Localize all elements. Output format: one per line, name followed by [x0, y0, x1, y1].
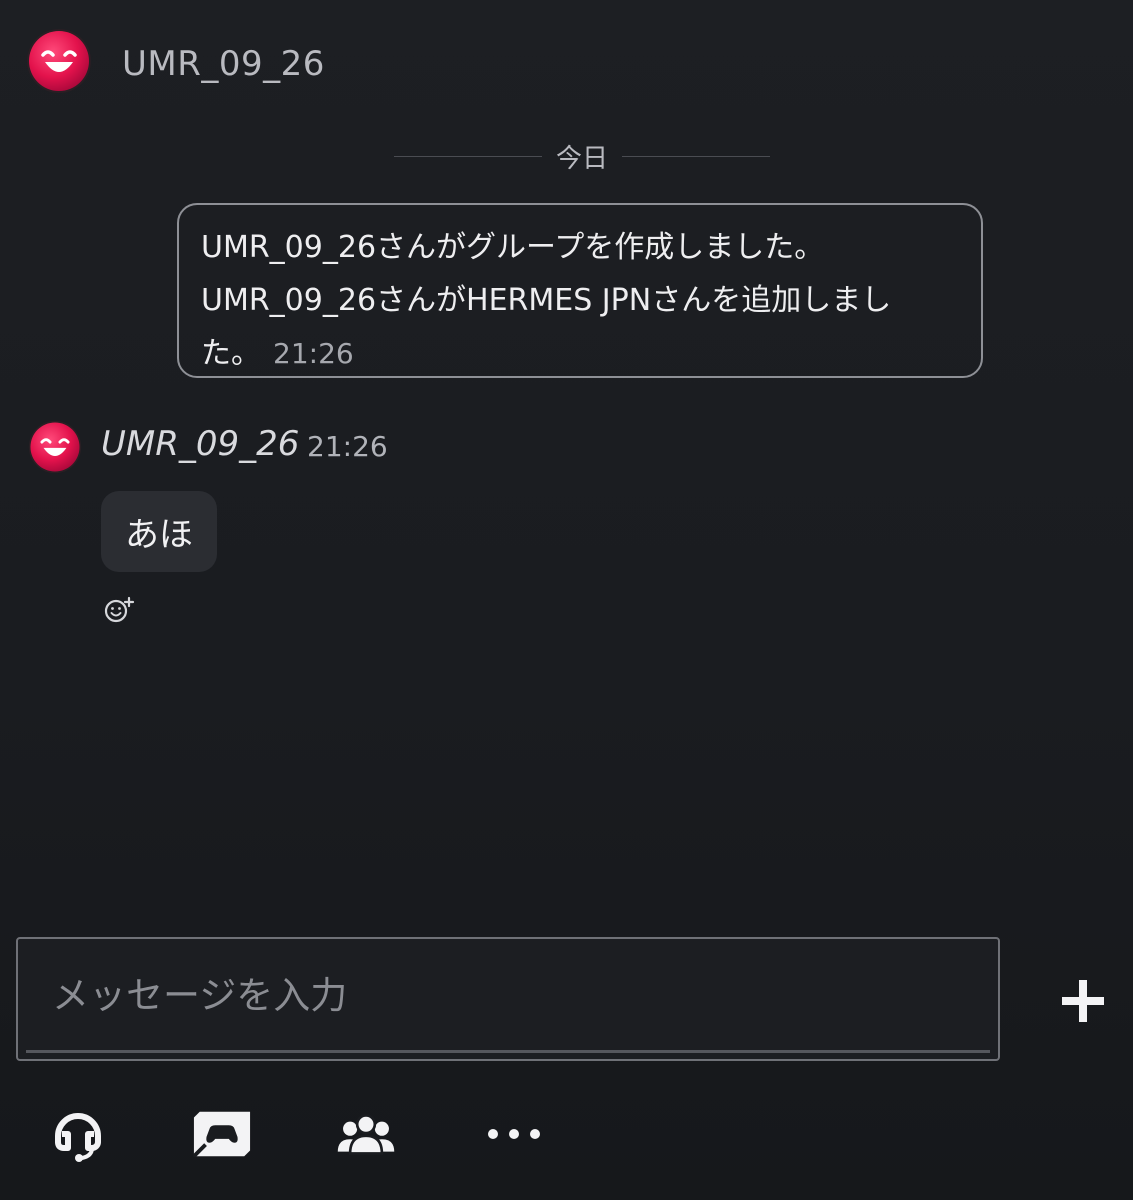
share-play-button[interactable]: [192, 1104, 252, 1164]
message-time: 21:26: [307, 430, 388, 463]
message-input[interactable]: [18, 939, 998, 1051]
share-screen-icon: [192, 1111, 251, 1158]
system-message-line-2: UMR_09_26さんがHERMES JPNさんを追加しまし: [201, 283, 892, 318]
plus-icon: [1062, 980, 1104, 1022]
group-members-icon: [337, 1114, 395, 1155]
group-members-button[interactable]: [336, 1104, 396, 1164]
divider-line-right: [622, 155, 771, 157]
sender-name[interactable]: UMR_09_26: [101, 424, 299, 464]
date-divider: 今日: [394, 136, 771, 176]
system-message-line-3-text: た。: [201, 336, 261, 371]
more-options-button[interactable]: [484, 1104, 544, 1164]
voice-chat-button[interactable]: [48, 1104, 108, 1164]
add-reaction-button[interactable]: [103, 596, 135, 624]
smiling-face-avatar-icon: [28, 420, 82, 474]
input-underline: [26, 1050, 990, 1053]
system-message-time: 21:26: [273, 337, 354, 370]
message-input-container[interactable]: [16, 937, 1000, 1061]
add-reaction-icon: [104, 596, 135, 623]
system-message-line-3: た。 21:26: [201, 327, 959, 380]
more-options-icon: [488, 1129, 540, 1139]
smiling-face-avatar-icon: [27, 29, 91, 93]
header-avatar[interactable]: [26, 28, 92, 94]
divider-line-left: [394, 155, 542, 157]
system-message-line-1: UMR_09_26さんがグループを作成しました。: [201, 230, 825, 265]
headset-icon: [55, 1113, 101, 1162]
system-message: UMR_09_26さんがグループを作成しました。 UMR_09_26さんがHER…: [177, 203, 983, 378]
message-bubble[interactable]: あほ: [101, 491, 217, 572]
date-label: 今日: [556, 143, 609, 174]
add-attachment-button[interactable]: [1057, 975, 1109, 1027]
message-text: あほ: [125, 515, 193, 555]
conversation-title: UMR_09_26: [122, 44, 325, 84]
sender-avatar[interactable]: [28, 420, 82, 474]
